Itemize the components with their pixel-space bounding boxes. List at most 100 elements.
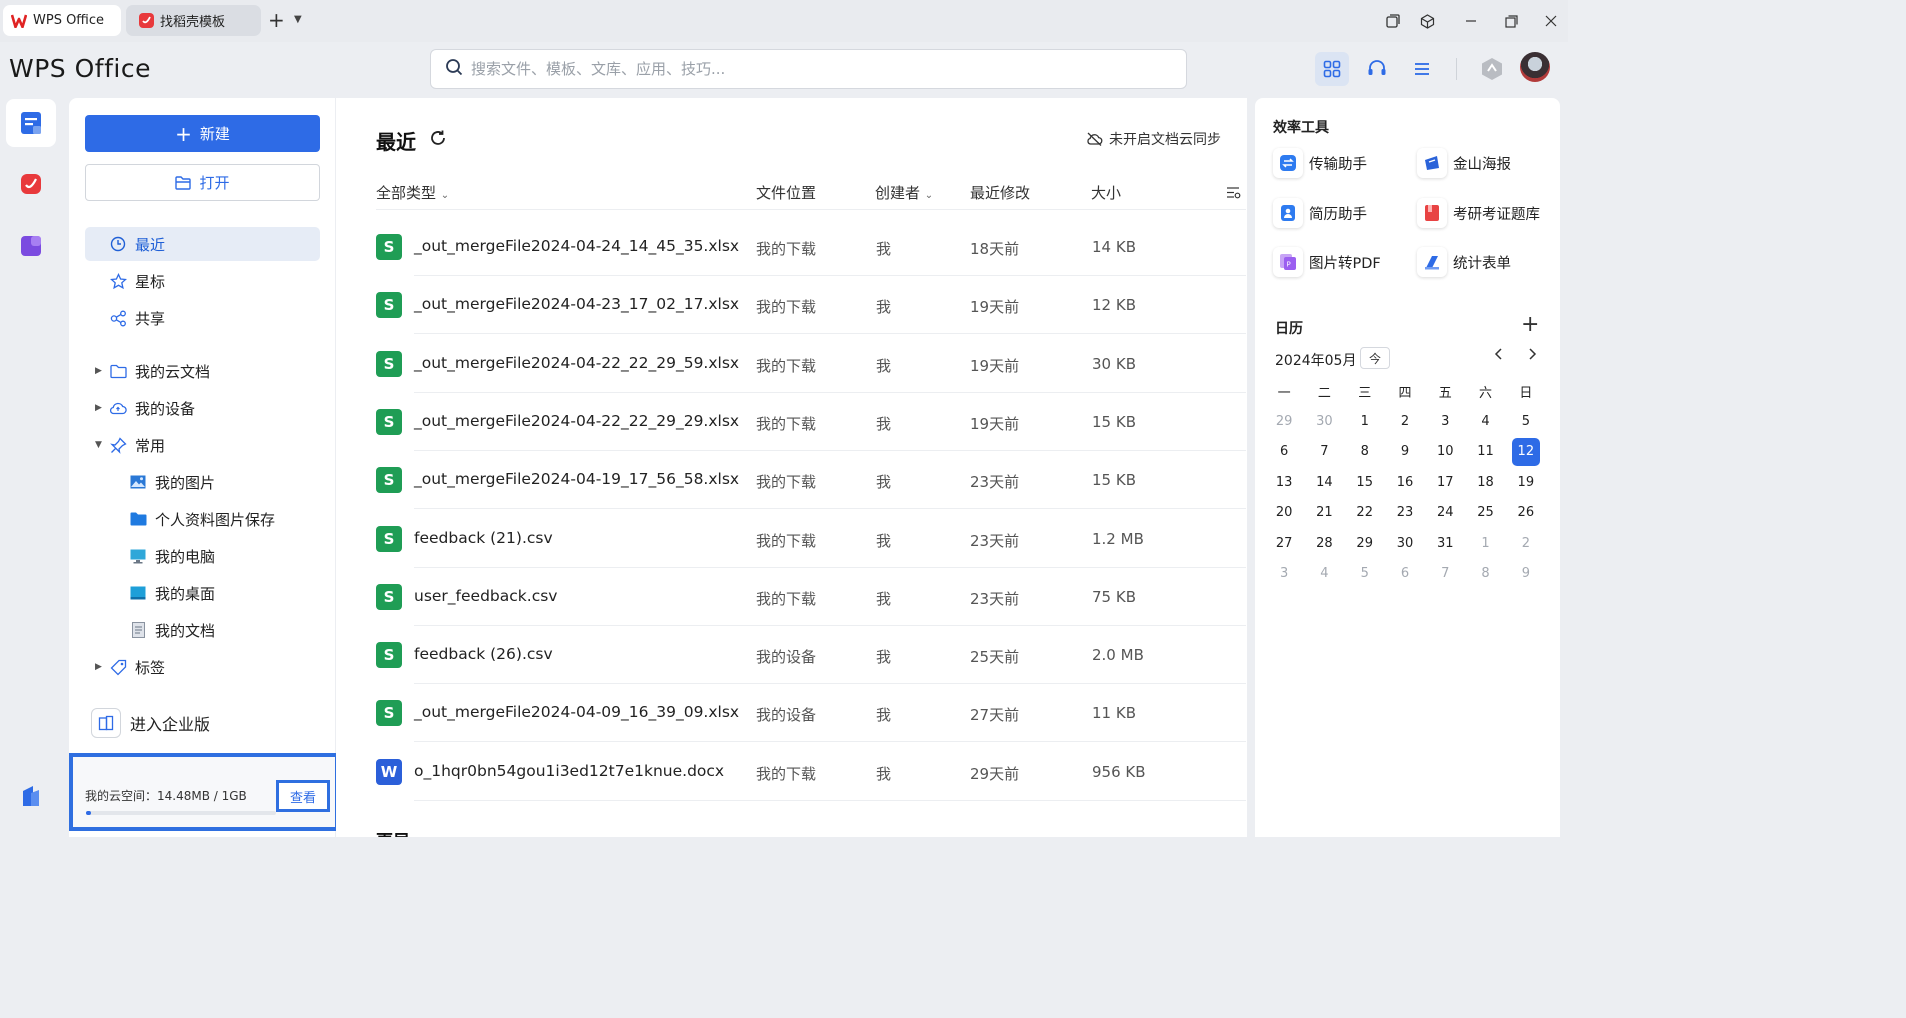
calendar-today-button[interactable]: 今 — [1360, 347, 1390, 369]
nav-shared[interactable]: 共享 — [85, 301, 320, 335]
calendar-day[interactable]: 7 — [1425, 566, 1465, 581]
minimize-icon[interactable] — [1460, 10, 1482, 32]
column-type-filter[interactable]: 全部类型 ⌄ — [376, 182, 449, 203]
calendar-day[interactable]: 3 — [1264, 566, 1304, 581]
calendar-day[interactable]: 10 — [1425, 444, 1465, 459]
calendar-day[interactable]: 30 — [1304, 414, 1344, 429]
collapse-arrow-icon[interactable]: ▼ — [95, 440, 102, 450]
nav-common[interactable]: ▼ 常用 — [85, 428, 320, 462]
calendar-day[interactable]: 9 — [1506, 566, 1546, 581]
calendar-day[interactable]: 11 — [1465, 444, 1505, 459]
search-bar[interactable] — [430, 49, 1187, 89]
window-restore-tabs-icon[interactable] — [1382, 10, 1404, 32]
table-row[interactable]: Suser_feedback.csv 我的下载 我 23天前 75 KB — [376, 568, 1246, 626]
calendar-day[interactable]: 29 — [1264, 414, 1304, 429]
table-row[interactable]: Sfeedback (26).csv 我的设备 我 25天前 2.0 MB — [376, 626, 1246, 685]
calendar-day[interactable]: 18 — [1465, 475, 1505, 490]
chevron-down-icon[interactable]: ▼ — [294, 14, 302, 25]
table-row[interactable]: S _out_mergeFile2024-04-22_22_29_59.xlsx 我… — [376, 335, 1246, 393]
calendar-day[interactable]: 5 — [1506, 414, 1546, 429]
tool-resume-assistant[interactable]: 简历助手 — [1273, 198, 1367, 228]
column-creator-filter[interactable]: 创建者 ⌄ — [875, 182, 933, 203]
calendar-day[interactable]: 24 — [1425, 505, 1465, 520]
calendar-day[interactable]: 2 — [1385, 414, 1425, 429]
calendar-day[interactable]: 17 — [1425, 475, 1465, 490]
calendar-day[interactable]: 23 — [1385, 505, 1425, 520]
calendar-day[interactable]: 15 — [1345, 475, 1385, 490]
prev-month-chevron-icon[interactable] — [1494, 348, 1504, 364]
rail-docs-icon[interactable] — [6, 99, 56, 147]
nav-my-devices[interactable]: ▶ 我的设备 — [85, 391, 320, 425]
grid-view-icon[interactable] — [1315, 52, 1349, 86]
calendar-day[interactable]: 6 — [1264, 444, 1304, 459]
calendar-day[interactable]: 2 — [1506, 536, 1546, 551]
tool-image-to-pdf[interactable]: P 图片转PDF — [1273, 247, 1381, 277]
calendar-day[interactable]: 4 — [1304, 566, 1344, 581]
nav-profile-pictures[interactable]: 个人资料图片保存 — [85, 502, 320, 536]
next-month-chevron-icon[interactable] — [1527, 348, 1537, 364]
refresh-icon[interactable] — [429, 129, 447, 151]
tool-exam-bank[interactable]: 考研考证题库 — [1417, 198, 1540, 228]
calendar-day[interactable]: 4 — [1465, 414, 1505, 429]
nav-cloud-docs[interactable]: ▶ 我的云文档 — [85, 354, 320, 388]
calendar-day[interactable]: 8 — [1465, 566, 1505, 581]
new-tab-plus-icon[interactable]: + — [268, 10, 285, 30]
calendar-day[interactable]: 25 — [1465, 505, 1505, 520]
nav-recent[interactable]: 最近 — [85, 227, 320, 261]
calendar-day-today[interactable]: 12 — [1506, 437, 1546, 466]
table-row[interactable]: Sfeedback (21).csv 我的下载 我 23天前 1.2 MB — [376, 510, 1246, 568]
calendar-day[interactable]: 1 — [1345, 414, 1385, 429]
member-badge-icon[interactable] — [1475, 52, 1509, 86]
table-row[interactable]: S _out_mergeFile2024-04-22_22_29_29.xlsx 我… — [376, 393, 1246, 451]
calendar-day[interactable]: 16 — [1385, 475, 1425, 490]
calendar-day[interactable]: 28 — [1304, 536, 1344, 551]
tool-stat-form[interactable]: 统计表单 — [1417, 247, 1511, 277]
table-row[interactable]: Wo_1hqr0bn54gou1i3ed12t7e1knue.docx 我的下载 我… — [376, 743, 1246, 801]
tab-docer-templates[interactable]: 找稻壳模板 — [126, 5, 261, 36]
nav-my-desktop[interactable]: 我的桌面 — [85, 576, 320, 610]
calendar-day[interactable]: 5 — [1345, 566, 1385, 581]
calendar-day[interactable]: 19 — [1506, 475, 1546, 490]
calendar-day[interactable]: 31 — [1425, 536, 1465, 551]
calendar-day[interactable]: 30 — [1385, 536, 1425, 551]
calendar-day[interactable]: 26 — [1506, 505, 1546, 520]
expand-arrow-icon[interactable]: ▶ — [95, 403, 102, 413]
tab-wps-office[interactable]: WPS Office — [3, 5, 121, 36]
table-row[interactable]: S _out_mergeFile2024-04-09_16_39_09.xlsx 我… — [376, 684, 1246, 743]
column-settings-icon[interactable] — [1226, 185, 1241, 203]
cube-icon[interactable] — [1416, 10, 1438, 32]
calendar-day[interactable]: 20 — [1264, 505, 1304, 520]
expand-arrow-icon[interactable]: ▶ — [95, 366, 102, 376]
calendar-day[interactable]: 27 — [1264, 536, 1304, 551]
calendar-day[interactable]: 3 — [1425, 414, 1465, 429]
table-row[interactable]: S _out_mergeFile2024-04-24_14_45_35.xlsx 我… — [376, 218, 1246, 276]
nav-tags[interactable]: ▶ 标签 — [85, 650, 320, 684]
tool-kingsoft-poster[interactable]: 金山海报 — [1417, 148, 1511, 178]
calendar-day[interactable]: 13 — [1264, 475, 1304, 490]
calendar-day[interactable]: 6 — [1385, 566, 1425, 581]
nav-my-documents[interactable]: 我的文档 — [85, 613, 320, 647]
close-icon[interactable] — [1540, 10, 1562, 32]
calendar-day[interactable]: 1 — [1465, 536, 1505, 551]
table-row[interactable]: S _out_mergeFile2024-04-23_17_02_17.xlsx 我… — [376, 276, 1246, 335]
search-input[interactable] — [471, 60, 1151, 78]
calendar-day[interactable]: 14 — [1304, 475, 1344, 490]
calendar-day[interactable]: 7 — [1304, 444, 1344, 459]
calendar-day[interactable]: 29 — [1345, 536, 1385, 551]
column-modified[interactable]: 最近修改 — [970, 182, 1030, 203]
expand-arrow-icon[interactable]: ▶ — [95, 662, 102, 672]
calendar-day[interactable]: 8 — [1345, 444, 1385, 459]
tool-transfer-assistant[interactable]: 传输助手 — [1273, 148, 1367, 178]
open-button[interactable]: 打开 — [85, 164, 320, 201]
enterprise-entry[interactable]: 进入企业版 — [91, 708, 210, 738]
rail-docer-icon[interactable] — [6, 160, 56, 208]
calendar-day[interactable]: 22 — [1345, 505, 1385, 520]
rail-apps-icon[interactable] — [6, 222, 56, 270]
calendar-day[interactable]: 9 — [1385, 444, 1425, 459]
rail-bottom-docs-icon[interactable] — [6, 772, 56, 820]
add-event-plus-icon[interactable]: + — [1521, 314, 1539, 336]
nav-my-computer[interactable]: 我的电脑 — [85, 539, 320, 573]
new-button[interactable]: + 新建 — [85, 115, 320, 152]
avatar[interactable] — [1520, 52, 1550, 82]
headset-support-icon[interactable] — [1360, 52, 1394, 86]
